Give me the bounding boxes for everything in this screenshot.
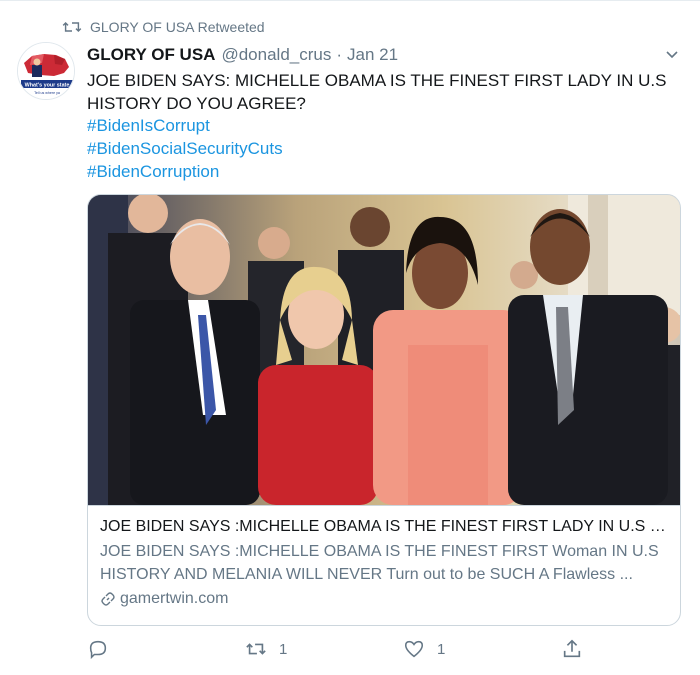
retweet-label[interactable]: GLORY OF USA Retweeted [90, 19, 265, 35]
card-description: JOE BIDEN SAYS :MICHELLE OBAMA IS THE FI… [100, 540, 670, 586]
like-count: 1 [437, 640, 446, 658]
retweet-icon [246, 643, 266, 655]
retweet-button[interactable]: 1 [245, 638, 287, 660]
share-icon [563, 639, 581, 658]
card-description-line: JOE BIDEN SAYS :MICHELLE OBAMA IS THE FI… [100, 543, 659, 560]
hashtag-link[interactable]: #BidenIsCorrupt [87, 114, 283, 137]
card-photo[interactable] [88, 195, 681, 505]
card-description-line: HISTORY AND MELANIA WILL NEVER Turn out … [100, 566, 633, 583]
author-name[interactable]: GLORY OF USA [87, 45, 215, 65]
avatar-sub-text: Tell us where ya [34, 91, 60, 95]
like-button[interactable]: 1 [403, 638, 445, 660]
reply-icon [89, 640, 107, 660]
retweet-icon [62, 21, 82, 33]
card-domain: gamertwin.com [100, 590, 670, 608]
tweet-date[interactable]: Jan 21 [347, 45, 398, 65]
retweet-count: 1 [279, 640, 288, 658]
reply-button[interactable] [87, 638, 121, 660]
tweet-text: JOE BIDEN SAYS: MICHELLE OBAMA IS THE FI… [87, 71, 667, 113]
avatar[interactable]: What's your state Tell us where ya [17, 42, 75, 100]
tweet-header: GLORY OF USA @donald_crus · Jan 21 [87, 44, 680, 66]
avatar-banner-text: What's your state [25, 83, 70, 89]
card-title: JOE BIDEN SAYS :MICHELLE OBAMA IS THE FI… [100, 518, 670, 535]
hashtag-link[interactable]: #BidenSocialSecurityCuts [87, 137, 283, 160]
retweet-indicator: GLORY OF USA Retweeted [62, 17, 265, 37]
hashtag-list: #BidenIsCorrupt #BidenSocialSecurityCuts… [87, 114, 283, 183]
chevron-down-icon[interactable] [664, 46, 680, 62]
link-icon [101, 592, 115, 606]
link-card[interactable]: JOE BIDEN SAYS :MICHELLE OBAMA IS THE FI… [87, 194, 681, 626]
hashtag-link[interactable]: #BidenCorruption [87, 160, 283, 183]
card-body[interactable]: JOE BIDEN SAYS :MICHELLE OBAMA IS THE FI… [88, 505, 680, 625]
tweet-actions: 1 1 [87, 638, 587, 664]
like-icon [404, 640, 424, 658]
separator-dot: · [336, 45, 343, 64]
tweet[interactable]: GLORY OF USA Retweeted What's your state… [0, 0, 700, 675]
author-handle[interactable]: @donald_crus [221, 45, 331, 65]
card-domain-text: gamertwin.com [120, 590, 229, 607]
avatar-image: What's your state Tell us where ya [18, 43, 74, 99]
share-button[interactable] [561, 638, 583, 660]
